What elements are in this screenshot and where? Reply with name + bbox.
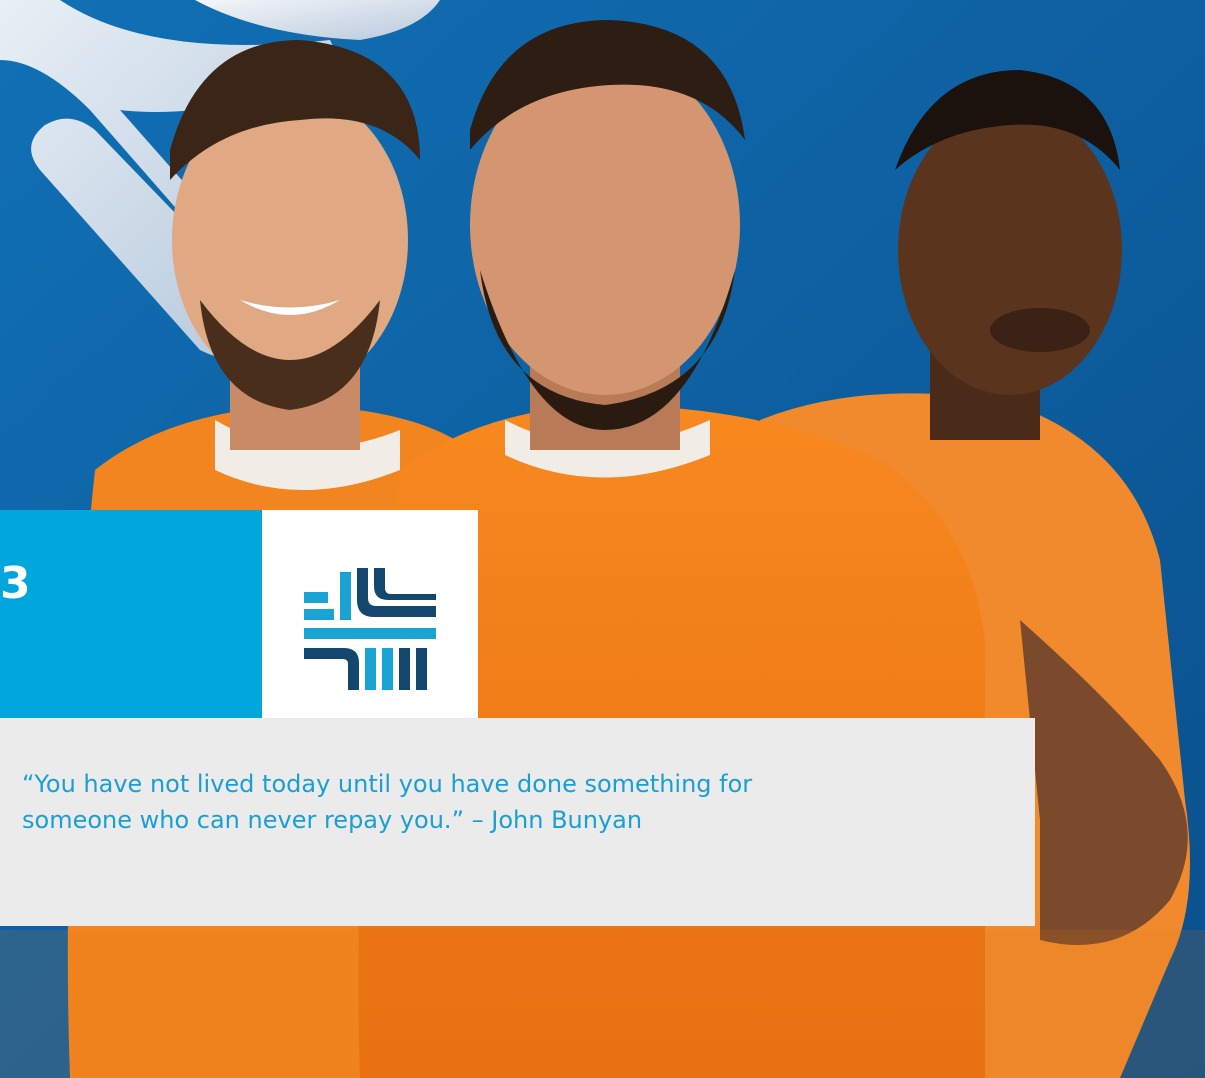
panel-number: 3 [0,558,31,609]
quote-panel: “You have not lived today until you have… [0,718,1035,926]
quote-text: “You have not lived today until you have… [22,770,753,834]
number-panel: 3 [0,510,262,720]
logo-panel [262,510,478,720]
poster: 3 “You have not lived today until you ha… [0,0,1205,1078]
cross-emblem-icon [304,568,436,690]
